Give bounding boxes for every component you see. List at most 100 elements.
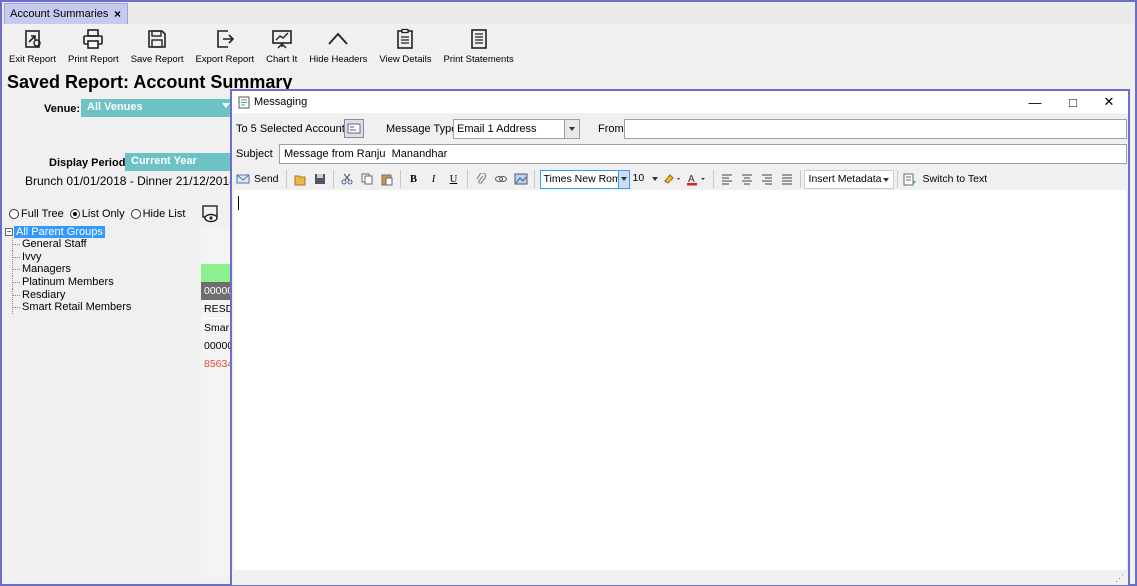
align-left-button[interactable] — [717, 169, 737, 189]
align-right-icon — [761, 174, 772, 184]
attach-button[interactable] — [471, 169, 491, 189]
font-family-value: Times New Rom — [543, 172, 621, 185]
separator — [399, 170, 401, 188]
justify-button[interactable] — [777, 169, 797, 189]
radio-full-tree[interactable]: Full Tree — [9, 208, 64, 220]
insert-metadata-label: Insert Metadata — [808, 172, 882, 185]
insert-image-button[interactable] — [511, 169, 531, 189]
tree-item[interactable]: Resdiary — [5, 288, 131, 302]
minimize-button[interactable]: — — [1020, 93, 1050, 111]
cut-button[interactable] — [337, 169, 357, 189]
status-strip: ⋰ — [234, 571, 1126, 585]
select-accounts-button[interactable] — [344, 119, 364, 138]
table-row[interactable]: 00000 — [201, 282, 233, 300]
tree-item[interactable]: General Staff — [5, 238, 131, 251]
insert-metadata-select[interactable]: Insert Metadata — [803, 169, 894, 189]
period-range: Brunch 01/01/2018 - Dinner 21/12/2018 — [25, 174, 236, 188]
chart-it-label: Chart It — [266, 54, 298, 65]
message-type-label: Message Type — [386, 123, 458, 135]
font-color-icon: A — [686, 174, 705, 186]
folder-icon — [294, 175, 306, 185]
align-right-button[interactable] — [757, 169, 777, 189]
statement-icon — [470, 29, 487, 49]
separator — [533, 170, 535, 188]
justify-icon — [781, 174, 792, 184]
hide-headers-button[interactable]: Hide Headers — [304, 26, 372, 70]
print-statements-button[interactable]: Print Statements — [438, 26, 518, 70]
subject-label: Subject — [236, 148, 273, 160]
align-left-icon — [721, 174, 732, 184]
maximize-button[interactable]: □ — [1058, 93, 1088, 111]
venue-value: All Venues — [87, 101, 143, 113]
close-button[interactable]: ✕ — [1094, 93, 1124, 111]
tab-close-icon[interactable]: × — [114, 7, 121, 21]
radio-button-icon — [9, 209, 19, 219]
display-period-select[interactable]: Current Year — [125, 153, 233, 171]
collapse-icon[interactable]: − — [5, 228, 13, 236]
font-family-select[interactable]: Times New Rom — [539, 169, 630, 189]
message-editor[interactable] — [234, 190, 1126, 570]
separator — [466, 170, 468, 188]
radio-hide-list[interactable]: Hide List — [130, 208, 185, 220]
resize-grip-icon[interactable]: ⋰ — [1115, 573, 1124, 584]
tree-root-label: All Parent Groups — [14, 226, 105, 238]
table-row[interactable]: Smar — [201, 319, 233, 337]
tree-root[interactable]: − All Parent Groups — [5, 226, 131, 238]
view-details-button[interactable]: View Details — [374, 26, 436, 70]
font-color-button[interactable]: A — [684, 169, 710, 189]
exit-report-button[interactable]: Exit Report — [4, 26, 61, 70]
link-icon — [494, 176, 507, 182]
recipients-row: To 5 Selected Accounts Message Type Emai… — [236, 119, 1127, 139]
select-accounts-icon — [347, 123, 361, 134]
table-row[interactable]: RESD — [201, 300, 233, 318]
switch-to-text-button[interactable]: Switch to Text — [901, 169, 990, 189]
export-icon — [217, 30, 234, 48]
tab-bar: Account Summaries × — [2, 2, 1135, 24]
dialog-titlebar[interactable]: Messaging — □ ✕ — [232, 91, 1128, 113]
print-report-button[interactable]: Print Report — [63, 26, 124, 70]
exit-report-icon — [24, 30, 41, 48]
tree-item[interactable]: Ivvy — [5, 250, 131, 264]
paste-button[interactable] — [377, 169, 397, 189]
export-report-button[interactable]: Export Report — [191, 26, 260, 70]
chart-it-button[interactable]: Chart It — [261, 26, 302, 70]
save-button[interactable] — [310, 169, 330, 189]
venue-select[interactable]: All Venues — [81, 99, 233, 117]
from-input[interactable] — [624, 119, 1127, 139]
tree-item[interactable]: Platinum Members — [5, 276, 131, 289]
from-label: From — [598, 123, 624, 135]
copy-icon — [361, 173, 373, 185]
print-statements-label: Print Statements — [443, 54, 514, 65]
font-size-value: 10 — [632, 171, 645, 184]
send-button[interactable]: Send — [234, 169, 283, 189]
save-report-button[interactable]: Save Report — [126, 26, 189, 70]
table-row[interactable]: 00000 — [201, 337, 233, 355]
hyperlink-button[interactable] — [491, 169, 511, 189]
highlight-color-button[interactable] — [660, 169, 684, 189]
italic-button[interactable]: I — [424, 169, 444, 189]
subject-input[interactable] — [279, 144, 1127, 164]
table-row[interactable]: 85634 — [201, 355, 233, 373]
send-label: Send — [254, 173, 279, 185]
text-caret — [238, 196, 239, 210]
tree-item[interactable]: Managers — [5, 263, 131, 277]
message-type-select[interactable]: Email 1 Address — [453, 119, 580, 139]
tree-item[interactable]: Smart Retail Members — [5, 301, 131, 315]
send-icon — [236, 174, 250, 184]
font-dropdown-icon — [617, 170, 629, 188]
open-button[interactable] — [290, 169, 310, 189]
to-label: To 5 Selected Accounts — [236, 123, 351, 135]
preview-eye-icon[interactable] — [201, 205, 221, 223]
tab-label: Account Summaries — [10, 8, 109, 20]
tab-account-summaries[interactable]: Account Summaries × — [4, 3, 128, 24]
radio-button-icon — [130, 209, 141, 219]
message-type-dropdown-icon — [564, 120, 579, 138]
radio-list-only[interactable]: List Only — [69, 208, 125, 220]
underline-button[interactable]: U — [444, 169, 464, 189]
copy-button[interactable] — [357, 169, 377, 189]
align-center-button[interactable] — [737, 169, 757, 189]
font-size-select[interactable]: 10 — [630, 170, 660, 189]
save-report-label: Save Report — [130, 54, 184, 65]
view-options: Full Tree List Only Hide List — [9, 208, 191, 220]
bold-button[interactable]: B — [404, 169, 424, 189]
